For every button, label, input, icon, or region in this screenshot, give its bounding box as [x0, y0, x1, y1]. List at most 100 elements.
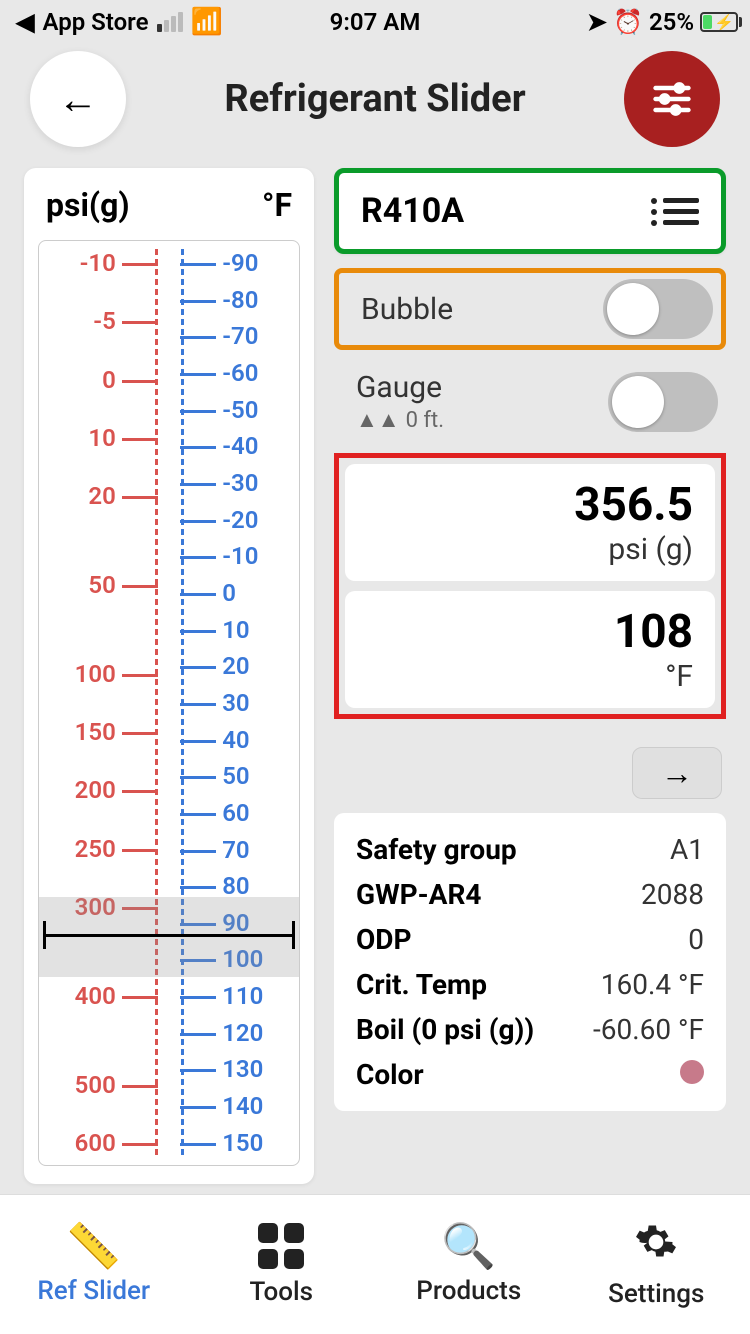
- list-icon: [663, 198, 699, 225]
- psi-tick: 500: [39, 1071, 116, 1099]
- tab-icon: [258, 1223, 304, 1269]
- temp-tick: 140: [222, 1092, 299, 1120]
- info-value: A1: [670, 833, 704, 866]
- temp-value: 108: [367, 605, 693, 659]
- temp-tick: 120: [222, 1019, 299, 1047]
- temp-tick: -10: [222, 542, 299, 570]
- bubble-label: Bubble: [361, 292, 453, 327]
- tab-label: Ref Slider: [37, 1276, 150, 1306]
- location-icon: ➤: [587, 8, 607, 36]
- temp-tick: -50: [222, 396, 299, 424]
- pt-slider-card: psi(g) °F -10-50102050100150200250300400…: [24, 168, 314, 1184]
- temp-tick: 150: [222, 1129, 299, 1157]
- tab-tools[interactable]: Tools: [188, 1195, 376, 1334]
- back-button[interactable]: ←: [30, 51, 126, 147]
- tab-bar: 📏Ref Slider Tools 🔍 Products Settings: [0, 1194, 750, 1334]
- slider-indicator-line[interactable]: [43, 934, 295, 937]
- pressure-value: 356.5: [367, 478, 693, 532]
- expand-info-button[interactable]: →: [632, 747, 722, 799]
- refrigerant-selector[interactable]: R410A: [334, 168, 726, 254]
- tab-icon: 🔍: [441, 1224, 496, 1268]
- info-row: Safety group A1: [356, 827, 704, 872]
- tab-icon: [634, 1220, 678, 1271]
- pt-scale[interactable]: -10-50102050100150200250300400500600 -90…: [38, 240, 300, 1166]
- info-value: 160.4 °F: [601, 968, 704, 1001]
- psi-tick: 100: [39, 660, 116, 688]
- psi-scale: -10-50102050100150200250300400500600: [39, 249, 164, 1157]
- info-row: Boil (0 psi (g))-60.60 °F: [356, 1007, 704, 1052]
- sliders-icon: [650, 77, 694, 121]
- psi-tick: 250: [39, 835, 116, 863]
- temp-tick: 30: [222, 689, 299, 717]
- arrow-right-icon: →: [661, 754, 693, 792]
- cell-signal-icon: [157, 12, 183, 32]
- info-row: GWP-AR42088: [356, 872, 704, 917]
- gauge-label: Gauge: [356, 370, 444, 405]
- readout-block: 356.5 psi (g) 108 °F: [334, 453, 726, 719]
- gauge-toggle[interactable]: [608, 372, 718, 432]
- temp-tick: 10: [222, 616, 299, 644]
- info-key: GWP-AR4: [356, 878, 481, 911]
- info-key: Safety group: [356, 833, 517, 866]
- tab-label: Products: [416, 1276, 521, 1306]
- battery-icon: ⚡: [700, 12, 734, 32]
- status-bar: ◀ App Store 📶 9:07 AM ➤ ⏰ 25% ⚡: [0, 0, 750, 44]
- back-to-app-icon[interactable]: ◀: [16, 8, 34, 36]
- tab-products[interactable]: 🔍 Products: [375, 1195, 563, 1334]
- refrigerant-name: R410A: [361, 191, 464, 231]
- tab-ref-slider[interactable]: 📏Ref Slider: [0, 1195, 188, 1334]
- temp-tick: -80: [222, 286, 299, 314]
- psi-tick: -5: [39, 307, 116, 335]
- info-value: -60.60 °F: [593, 1013, 704, 1046]
- temp-tick: 130: [222, 1055, 299, 1083]
- info-key: Color: [356, 1058, 424, 1091]
- psi-tick: 50: [39, 571, 116, 599]
- temp-tick: 80: [222, 872, 299, 900]
- tab-settings[interactable]: Settings: [563, 1195, 750, 1334]
- temp-tick: 20: [222, 652, 299, 680]
- temp-tick: 40: [222, 726, 299, 754]
- temp-tick: 0: [222, 579, 299, 607]
- temp-unit: °F: [367, 659, 693, 694]
- info-value: 0: [688, 923, 704, 956]
- temp-tick: 60: [222, 799, 299, 827]
- pressure-unit-label: psi(g): [46, 186, 130, 224]
- wifi-icon: 📶: [191, 7, 223, 37]
- gauge-toggle-row: Gauge ▲▲0 ft.: [334, 364, 726, 439]
- info-key: ODP: [356, 923, 412, 956]
- clock: 9:07 AM: [330, 8, 421, 36]
- info-value: [680, 1058, 704, 1091]
- bubble-toggle-row: Bubble: [334, 268, 726, 350]
- temp-scale: -90 -80 -70 -60 -50 -40 -30 -20 -10 0 10 20 30 40 50 60…: [174, 249, 299, 1157]
- bubble-toggle[interactable]: [603, 279, 713, 339]
- info-row: Crit. Temp 160.4 °F: [356, 962, 704, 1007]
- temp-tick: -90: [222, 249, 299, 277]
- altitude-icon: ▲▲: [356, 407, 400, 433]
- info-key: Crit. Temp: [356, 968, 487, 1001]
- psi-tick: 10: [39, 424, 116, 452]
- color-swatch: [680, 1060, 704, 1084]
- page-title: Refrigerant Slider: [224, 77, 525, 121]
- filter-button[interactable]: [624, 51, 720, 147]
- info-row: ODP 0: [356, 917, 704, 962]
- temp-tick: -70: [222, 322, 299, 350]
- gauge-altitude: 0 ft.: [406, 408, 444, 433]
- alarm-icon: ⏰: [613, 8, 643, 36]
- psi-tick: 0: [39, 366, 116, 394]
- temp-tick: 70: [222, 836, 299, 864]
- psi-tick: -10: [39, 249, 116, 277]
- tab-label: Tools: [249, 1277, 313, 1307]
- back-to-app-label[interactable]: App Store: [42, 8, 148, 36]
- info-row: Color: [356, 1052, 704, 1097]
- psi-tick: 400: [39, 982, 116, 1010]
- temp-tick: 50: [222, 762, 299, 790]
- battery-pct: 25%: [649, 8, 694, 36]
- psi-tick: 20: [39, 482, 116, 510]
- app-header: ← Refrigerant Slider: [0, 44, 750, 154]
- psi-tick: 150: [39, 718, 116, 746]
- temp-tick: -20: [222, 506, 299, 534]
- temp-tick: -30: [222, 469, 299, 497]
- temp-tick: -60: [222, 359, 299, 387]
- temp-tick: -40: [222, 432, 299, 460]
- slider-indicator-band[interactable]: [38, 897, 300, 977]
